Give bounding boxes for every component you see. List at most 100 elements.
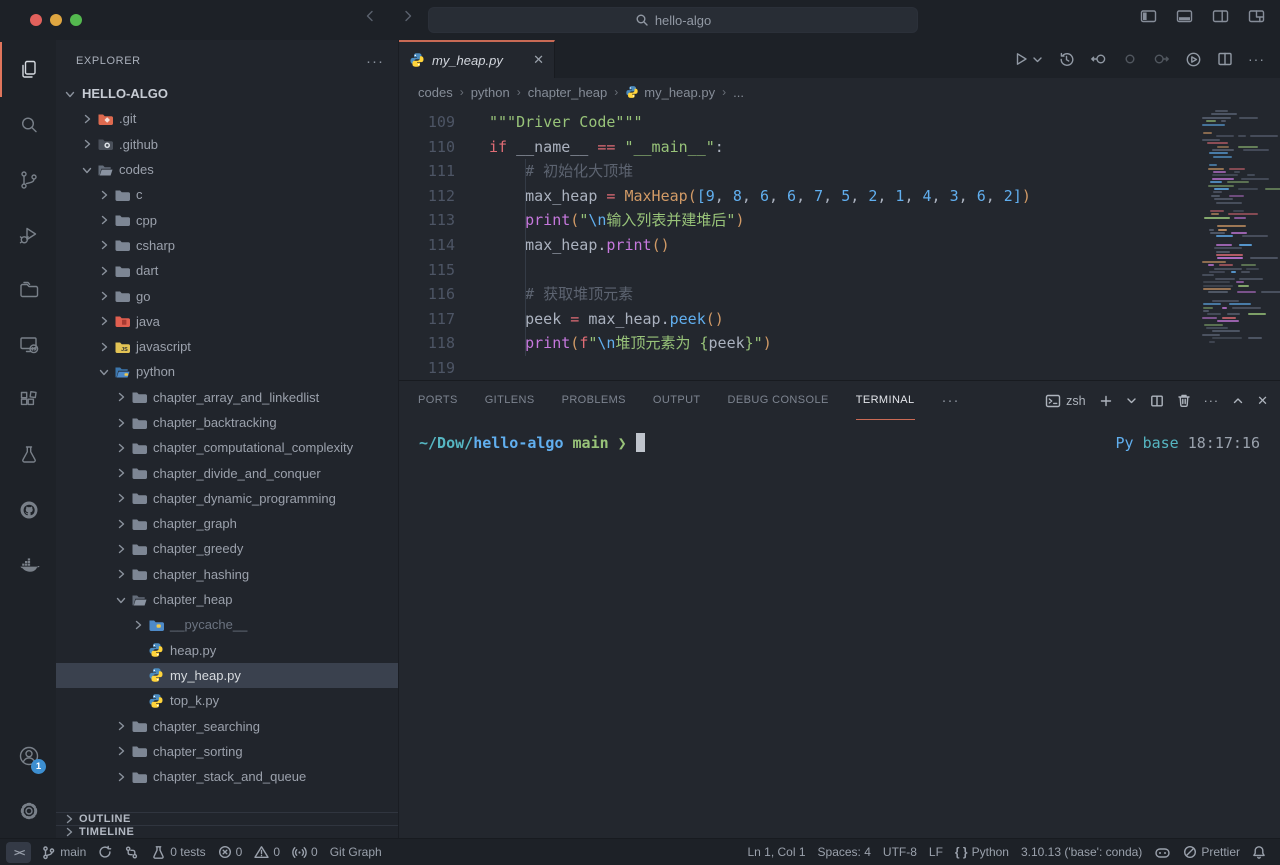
tree-item-chapter-stack-and-queue[interactable]: chapter_stack_and_queue — [56, 764, 398, 789]
status-item-encoding[interactable]: UTF-8 — [877, 842, 923, 863]
status-item-notifications[interactable] — [1246, 842, 1272, 863]
split-editor-button[interactable] — [1217, 51, 1233, 67]
activity-item-explorer[interactable] — [0, 42, 56, 97]
breadcrumb-item-chapter-heap[interactable]: chapter_heap — [528, 85, 608, 100]
activity-item-run-and-debug[interactable] — [0, 207, 56, 262]
tree-item-dart[interactable]: dart — [56, 258, 398, 283]
new-terminal-button[interactable] — [1099, 394, 1113, 408]
activity-item-source-control[interactable] — [0, 152, 56, 207]
activity-item-testing[interactable] — [0, 427, 56, 482]
tree-item-chapter-computational-complexity[interactable]: chapter_computational_complexity — [56, 435, 398, 460]
tree-item-c[interactable]: c — [56, 182, 398, 207]
activity-item-remote-explorer[interactable] — [0, 317, 56, 372]
explorer-more-actions-button[interactable]: ··· — [366, 53, 384, 70]
command-center-search[interactable]: hello-algo — [428, 7, 918, 33]
status-item-remote-indicator[interactable]: >< — [6, 842, 31, 863]
breadcrumb-item-python[interactable]: python — [471, 85, 510, 100]
status-item-git-graph[interactable]: Git Graph — [324, 842, 388, 863]
status-item-git-sync[interactable] — [92, 842, 118, 863]
code-editor[interactable]: 109"""Driver Code"""110if __name__ == "_… — [399, 106, 1280, 380]
tree-item--pycache-[interactable]: __pycache__ — [56, 612, 398, 637]
close-panel-button[interactable]: ✕ — [1257, 393, 1268, 409]
tree-item--github[interactable]: .github — [56, 132, 398, 157]
tree-item-heap-py[interactable]: heap.py — [56, 638, 398, 663]
tree-item-chapter-heap[interactable]: chapter_heap — [56, 587, 398, 612]
tree-item-go[interactable]: go — [56, 283, 398, 308]
activity-item-accounts[interactable]: 1 — [0, 728, 56, 783]
breadcrumb-item-my-heap-py[interactable]: my_heap.py — [625, 85, 715, 100]
close-window-button[interactable] — [30, 14, 42, 26]
code-line-109[interactable]: 109"""Driver Code""" — [399, 110, 1280, 135]
change-circle-button[interactable] — [1122, 51, 1138, 67]
navigate-back-icon[interactable] — [362, 8, 384, 32]
panel-tab-debug-console[interactable]: DEBUG CONSOLE — [728, 381, 829, 420]
code-line-115[interactable]: 115 — [399, 258, 1280, 283]
section-outline[interactable]: OUTLINE — [56, 812, 398, 825]
tree-item-javascript[interactable]: JSjavascript — [56, 334, 398, 359]
status-item-errors[interactable]: 0 — [212, 842, 249, 863]
activity-item-docker[interactable] — [0, 537, 56, 592]
code-line-119[interactable]: 119 — [399, 356, 1280, 380]
tree-item-my-heap-py[interactable]: my_heap.py — [56, 663, 398, 688]
additional-panel-tabs-button[interactable]: ··· — [942, 392, 960, 409]
tree-item-top-k-py[interactable]: top_k.py — [56, 688, 398, 713]
code-line-117[interactable]: 117 peek = max_heap.peek() — [399, 307, 1280, 332]
more-terminal-actions-button[interactable]: ··· — [1204, 394, 1220, 408]
code-line-116[interactable]: 116 # 获取堆顶元素 — [399, 282, 1280, 307]
breadcrumb-item-codes[interactable]: codes — [418, 85, 453, 100]
previous-change-button[interactable] — [1090, 51, 1107, 67]
activity-item-settings[interactable] — [0, 783, 56, 838]
terminal-dropdown-button[interactable] — [1126, 395, 1137, 406]
tree-item-codes[interactable]: codes — [56, 157, 398, 182]
status-item-prettier-status[interactable]: Prettier — [1177, 842, 1246, 863]
panel-tab-output[interactable]: OUTPUT — [653, 381, 701, 420]
tree-item-cpp[interactable]: cpp — [56, 207, 398, 232]
customize-layout-icon[interactable] — [1248, 8, 1268, 32]
more-actions-button[interactable]: ··· — [1248, 51, 1265, 67]
status-item-ports-status[interactable]: 0 — [286, 842, 324, 863]
breadcrumb-item--[interactable]: ... — [733, 85, 744, 100]
toggle-panel-icon[interactable] — [1176, 8, 1196, 32]
tree-item-python[interactable]: python — [56, 359, 398, 384]
panel-tab-gitlens[interactable]: GITLENS — [485, 381, 535, 420]
tree-item-chapter-sorting[interactable]: chapter_sorting — [56, 739, 398, 764]
status-item-language-mode[interactable]: { }Python — [949, 842, 1015, 863]
tree-item-csharp[interactable]: csharp — [56, 233, 398, 258]
activity-item-extensions[interactable] — [0, 372, 56, 427]
tree-item-java[interactable]: java — [56, 309, 398, 334]
status-item-python-interpreter[interactable]: 3.10.13 ('base': conda) — [1015, 842, 1148, 863]
status-item-warnings[interactable]: 0 — [248, 842, 286, 863]
minimap[interactable] — [1202, 110, 1276, 346]
tree-item-chapter-hashing[interactable]: chapter_hashing — [56, 562, 398, 587]
split-terminal-button[interactable] — [1150, 394, 1164, 408]
timeline-history-button[interactable] — [1058, 51, 1075, 68]
tree-item-chapter-dynamic-programming[interactable]: chapter_dynamic_programming — [56, 486, 398, 511]
navigate-forward-icon[interactable] — [400, 8, 422, 32]
code-line-110[interactable]: 110if __name__ == "__main__": — [399, 135, 1280, 160]
activity-item-project-folders[interactable] — [0, 262, 56, 317]
status-item-gitlens-compare[interactable] — [118, 842, 145, 863]
code-line-111[interactable]: 111 # 初始化大顶堆 — [399, 159, 1280, 184]
tree-item-chapter-backtracking[interactable]: chapter_backtracking — [56, 410, 398, 435]
toggle-sidebar-icon[interactable] — [1140, 8, 1160, 32]
tree-item-chapter-array-and-linkedlist[interactable]: chapter_array_and_linkedlist — [56, 385, 398, 410]
panel-tab-ports[interactable]: PORTS — [418, 381, 458, 420]
toggle-secondary-sidebar-icon[interactable] — [1212, 8, 1232, 32]
status-item-git-branch[interactable]: main — [35, 842, 92, 863]
tree-item-chapter-graph[interactable]: chapter_graph — [56, 511, 398, 536]
tree-item-chapter-divide-and-conquer[interactable]: chapter_divide_and_conquer — [56, 460, 398, 485]
tab-my-heap[interactable]: my_heap.py ✕ — [399, 40, 555, 78]
next-change-button[interactable] — [1153, 51, 1170, 67]
close-tab-icon[interactable]: ✕ — [533, 52, 544, 68]
terminal[interactable]: ~/Dow/hello-algo main ❯ Py base 18:17:16 — [399, 420, 1280, 838]
status-item-eol-sequence[interactable]: LF — [923, 842, 949, 863]
code-line-112[interactable]: 112 max_heap = MaxHeap([9, 8, 6, 6, 7, 5… — [399, 184, 1280, 209]
code-line-113[interactable]: 113 print("\n输入列表并建堆后") — [399, 208, 1280, 233]
tree-item--git[interactable]: .git — [56, 106, 398, 131]
maximize-panel-button[interactable] — [1232, 395, 1244, 407]
zoom-window-button[interactable] — [70, 14, 82, 26]
minimize-window-button[interactable] — [50, 14, 62, 26]
status-item-tests-status[interactable]: 0 tests — [145, 842, 211, 863]
panel-tab-terminal[interactable]: TERMINAL — [856, 381, 915, 420]
activity-item-github[interactable] — [0, 482, 56, 537]
